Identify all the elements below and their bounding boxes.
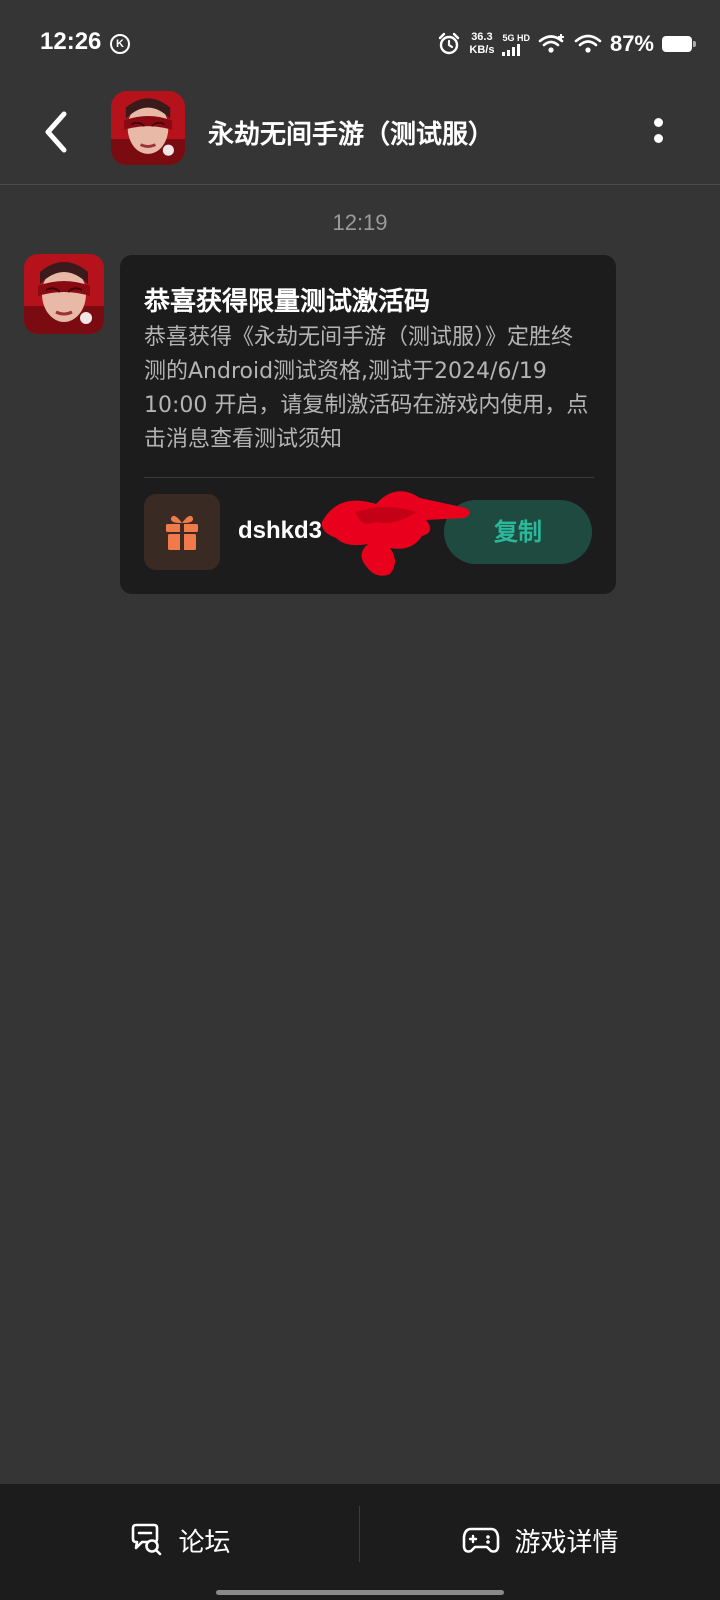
wifi-icon <box>574 34 602 53</box>
signal-bars-icon <box>502 43 521 56</box>
forum-button[interactable]: 论坛 <box>0 1484 359 1596</box>
network-type: 5G HD <box>502 32 530 43</box>
gift-icon <box>166 515 198 550</box>
back-button[interactable] <box>36 104 80 160</box>
message-timestamp: 12:19 <box>332 210 388 235</box>
more-vertical-icon-dot <box>654 134 663 143</box>
page-title: 永劫无间手游（测试服） <box>208 120 495 150</box>
game-character-icon <box>111 91 185 165</box>
bottom-nav: 论坛 游戏详情 <box>0 1484 720 1600</box>
cellular-signal: 5G HD <box>502 33 530 56</box>
sender-avatar[interactable] <box>24 254 104 334</box>
card-divider <box>144 477 594 478</box>
forum-label: 论坛 <box>178 1527 231 1558</box>
network-speed: 36.3 KB/s <box>469 31 494 57</box>
k-badge-icon: K <box>110 34 130 54</box>
app-avatar[interactable] <box>111 91 185 165</box>
status-bar: 12:26 K 36.3 KB/s 5G HD 87% <box>0 0 720 88</box>
game-details-label: 游戏详情 <box>514 1527 619 1558</box>
gamepad-icon <box>463 1527 500 1553</box>
card-title: 恭喜获得限量测试激活码 <box>144 287 431 317</box>
speed-unit: KB/s <box>469 44 495 56</box>
status-time: 12:26 <box>40 28 102 55</box>
battery-percent: 87% <box>609 31 654 56</box>
alarm-icon <box>439 32 460 55</box>
more-options-button[interactable] <box>648 112 672 152</box>
chat-header: 永劫无间手游（测试服） <box>0 88 720 185</box>
status-icons: 36.3 KB/s 5G HD 87% <box>437 26 696 62</box>
wifi-plus-icon <box>538 34 564 53</box>
speed-value: 36.3 <box>471 31 493 43</box>
activation-code: dshkd3 <box>238 517 323 544</box>
gift-badge <box>144 494 220 570</box>
game-details-button[interactable]: 游戏详情 <box>361 1484 720 1596</box>
battery-icon <box>662 36 696 52</box>
home-indicator[interactable] <box>216 1590 504 1595</box>
redaction-scribble <box>321 491 470 576</box>
more-vertical-icon <box>654 118 663 127</box>
game-character-icon <box>24 254 104 334</box>
card-body: 恭喜获得《永劫无间手游（测试服）》定胜终测的Android测试资格,测试于202… <box>144 325 589 452</box>
chat-search-icon <box>132 1523 162 1556</box>
back-arrow-icon <box>45 111 67 153</box>
nav-divider <box>359 1506 360 1562</box>
